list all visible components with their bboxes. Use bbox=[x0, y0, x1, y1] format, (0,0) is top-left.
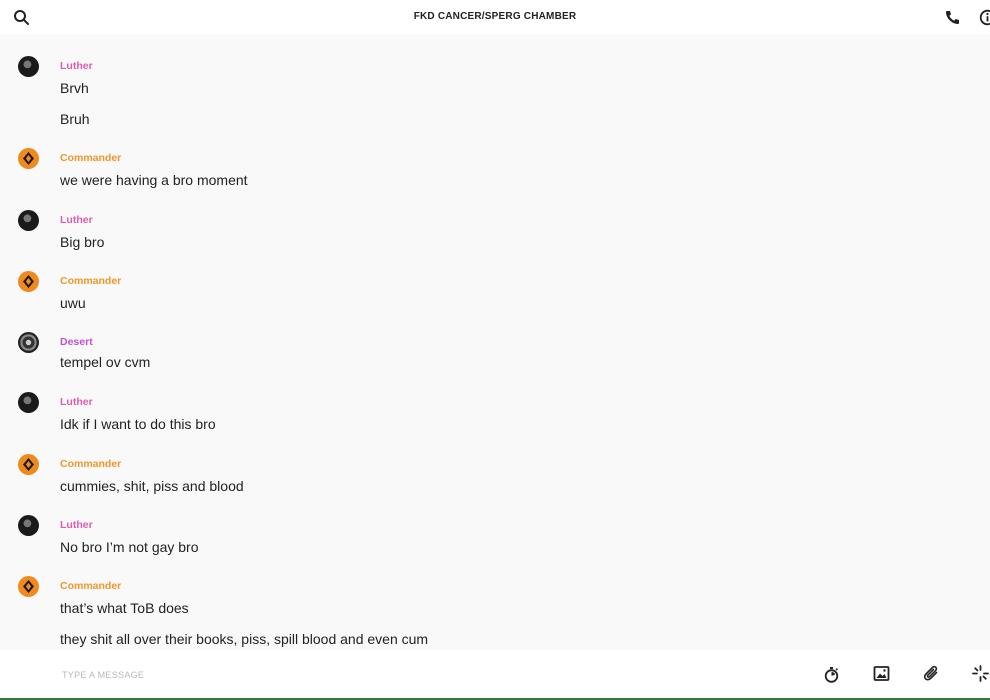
message-text: tempel ov cvm bbox=[60, 354, 151, 370]
avatar[interactable] bbox=[18, 210, 39, 231]
paperclip-icon[interactable] bbox=[923, 665, 940, 682]
message-text: they shit all over their books, piss, sp… bbox=[60, 631, 429, 647]
message-text: that’s what ToB does bbox=[60, 600, 189, 616]
message-text: Idk if I want to do this bro bbox=[60, 416, 216, 432]
sender-name[interactable]: Commander bbox=[60, 152, 121, 164]
message-text: No bro I’m not gay bro bbox=[60, 539, 199, 555]
avatar[interactable] bbox=[18, 148, 39, 169]
avatar[interactable] bbox=[18, 454, 39, 475]
sender-name[interactable]: Luther bbox=[60, 214, 93, 226]
info-icon[interactable] bbox=[979, 9, 990, 26]
chat-header: FKD CANCER/SPERG CHAMBER bbox=[0, 0, 990, 34]
timer-icon[interactable] bbox=[823, 666, 840, 683]
message-text: Brvh bbox=[60, 80, 89, 96]
message-text: Bruh bbox=[60, 111, 90, 127]
sender-name[interactable]: Luther bbox=[60, 60, 93, 72]
avatar[interactable] bbox=[18, 392, 39, 413]
sender-name[interactable]: Commander bbox=[60, 458, 121, 470]
avatar[interactable] bbox=[18, 515, 39, 536]
avatar[interactable] bbox=[18, 56, 39, 77]
sender-name[interactable]: Desert bbox=[60, 336, 93, 348]
message-text: uwu bbox=[60, 295, 86, 311]
message-composer bbox=[0, 650, 990, 700]
commander-emblem-icon bbox=[23, 275, 34, 288]
avatar[interactable] bbox=[18, 576, 39, 597]
avatar[interactable] bbox=[18, 332, 39, 353]
sticker-icon[interactable] bbox=[972, 665, 989, 682]
commander-emblem-icon bbox=[23, 458, 34, 471]
commander-emblem-icon bbox=[23, 152, 34, 165]
phone-icon[interactable] bbox=[944, 9, 961, 26]
sender-name[interactable]: Luther bbox=[60, 519, 93, 531]
chat-title: FKD CANCER/SPERG CHAMBER bbox=[413, 11, 577, 22]
image-icon[interactable] bbox=[873, 665, 890, 682]
message-text: Big bro bbox=[60, 234, 105, 250]
avatar[interactable] bbox=[18, 271, 39, 292]
commander-emblem-icon bbox=[23, 580, 34, 593]
sender-name[interactable]: Commander bbox=[60, 580, 121, 592]
chat-window: FKD CANCER/SPERG CHAMBER Luther Brvh Bru… bbox=[0, 0, 990, 700]
message-text: cummies, shit, piss and blood bbox=[60, 478, 244, 494]
sender-name[interactable]: Commander bbox=[60, 275, 121, 287]
message-list[interactable]: Luther Brvh Bruh Commander we were havin… bbox=[0, 34, 990, 650]
message-input[interactable] bbox=[60, 664, 564, 686]
sender-name[interactable]: Luther bbox=[60, 396, 93, 408]
message-text: we were having a bro moment bbox=[60, 172, 248, 188]
